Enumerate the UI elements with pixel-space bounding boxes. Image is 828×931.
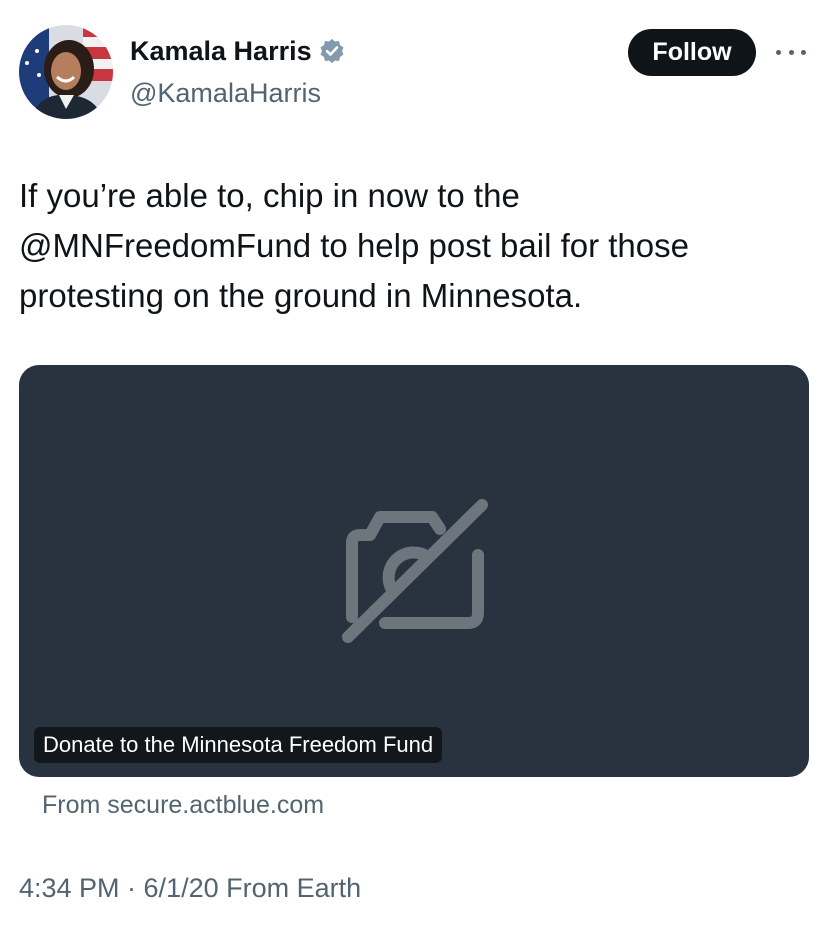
- display-name[interactable]: Kamala Harris: [130, 33, 312, 69]
- link-card-title[interactable]: Donate to the Minnesota Freedom Fund: [34, 727, 443, 763]
- follow-button[interactable]: Follow: [628, 29, 756, 76]
- tweet-text: If you’re able to, chip in now to the @M…: [19, 177, 689, 314]
- avatar-photo: [19, 25, 113, 119]
- more-dot: [788, 49, 794, 55]
- more-options-icon[interactable]: [776, 42, 806, 62]
- author-name-row[interactable]: Kamala Harris: [130, 33, 345, 69]
- verified-badge-icon[interactable]: [319, 38, 345, 64]
- link-card-source[interactable]: From secure.actblue.com: [42, 788, 324, 822]
- more-dot: [776, 49, 781, 55]
- tweet-timestamp[interactable]: 4:34 PM · 6/1/20 From Earth: [19, 870, 361, 906]
- avatar[interactable]: [19, 25, 113, 119]
- author-handle[interactable]: @KamalaHarris: [130, 75, 321, 111]
- more-dot: [801, 49, 806, 55]
- broken-image-icon: [340, 495, 490, 645]
